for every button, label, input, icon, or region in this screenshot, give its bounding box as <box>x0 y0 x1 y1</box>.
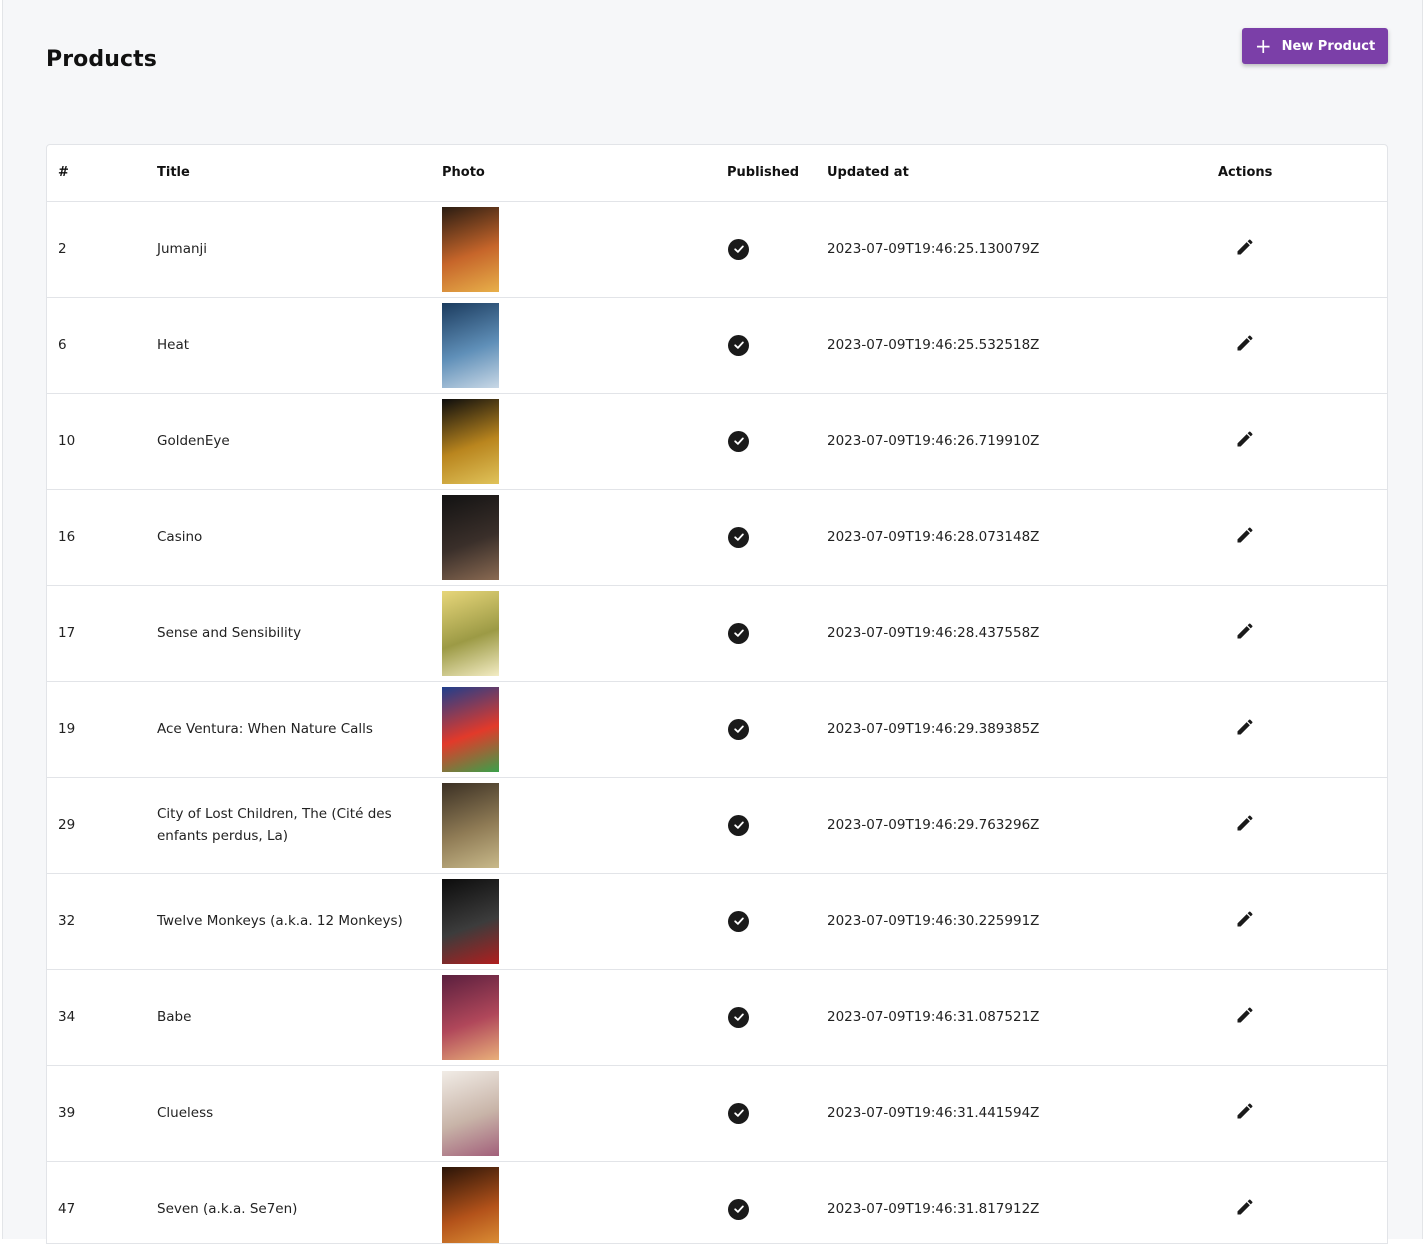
product-id: 39 <box>47 1065 157 1161</box>
product-title: Seven (a.k.a. Se7en) <box>157 1161 442 1244</box>
table-row: 6Heat 2023-07-09T19:46:25.532518Z <box>47 297 1387 393</box>
product-title: City of Lost Children, The (Cité des enf… <box>157 777 442 873</box>
product-title: Jumanji <box>157 201 442 297</box>
column-header-published: Published <box>727 145 827 201</box>
pencil-icon[interactable] <box>1235 237 1255 257</box>
product-title: Clueless <box>157 1065 442 1161</box>
product-id: 17 <box>47 585 157 681</box>
product-id: 6 <box>47 297 157 393</box>
product-updated-at: 2023-07-09T19:46:30.225991Z <box>827 873 1217 969</box>
product-photo[interactable] <box>442 783 499 868</box>
check-circle-icon <box>728 911 749 932</box>
product-title: Babe <box>157 969 442 1065</box>
table-header-row: # Title Photo Published Updated at Actio… <box>47 145 1387 201</box>
product-photo[interactable] <box>442 879 499 964</box>
product-title: Sense and Sensibility <box>157 585 442 681</box>
product-updated-at: 2023-07-09T19:46:26.719910Z <box>827 393 1217 489</box>
product-title: Twelve Monkeys (a.k.a. 12 Monkeys) <box>157 873 442 969</box>
product-photo[interactable] <box>442 687 499 772</box>
products-table-card: # Title Photo Published Updated at Actio… <box>46 144 1388 1244</box>
check-circle-icon <box>728 815 749 836</box>
table-row: 19Ace Ventura: When Nature Calls 2023-07-… <box>47 681 1387 777</box>
product-updated-at: 2023-07-09T19:46:29.389385Z <box>827 681 1217 777</box>
product-updated-at: 2023-07-09T19:46:31.441594Z <box>827 1065 1217 1161</box>
product-title: Heat <box>157 297 442 393</box>
new-product-button-label: New Product <box>1282 39 1376 54</box>
product-photo[interactable] <box>442 975 499 1060</box>
pencil-icon[interactable] <box>1235 1101 1255 1121</box>
product-id: 47 <box>47 1161 157 1244</box>
check-circle-icon <box>728 1199 749 1220</box>
product-title: Ace Ventura: When Nature Calls <box>157 681 442 777</box>
table-row: 32Twelve Monkeys (a.k.a. 12 Monkeys) 2023… <box>47 873 1387 969</box>
check-circle-icon <box>728 527 749 548</box>
table-row: 16Casino 2023-07-09T19:46:28.073148Z <box>47 489 1387 585</box>
product-photo[interactable] <box>442 207 499 292</box>
products-table: # Title Photo Published Updated at Actio… <box>47 145 1387 1244</box>
pencil-icon[interactable] <box>1235 1005 1255 1025</box>
pencil-icon[interactable] <box>1235 525 1255 545</box>
table-row: 47Seven (a.k.a. Se7en) 2023-07-09T19:46:3… <box>47 1161 1387 1244</box>
product-id: 29 <box>47 777 157 873</box>
product-photo[interactable] <box>442 1167 499 1244</box>
check-circle-icon <box>728 1007 749 1028</box>
check-circle-icon <box>728 719 749 740</box>
products-page: Products + New Product # Title Photo Pub… <box>2 0 1423 1239</box>
pencil-icon[interactable] <box>1235 813 1255 833</box>
product-photo[interactable] <box>442 1071 499 1156</box>
product-id: 19 <box>47 681 157 777</box>
product-id: 34 <box>47 969 157 1065</box>
pencil-icon[interactable] <box>1235 621 1255 641</box>
column-header-id: # <box>47 145 157 201</box>
table-row: 29City of Lost Children, The (Cité des e… <box>47 777 1387 873</box>
product-id: 10 <box>47 393 157 489</box>
product-photo[interactable] <box>442 399 499 484</box>
check-circle-icon <box>728 239 749 260</box>
table-row: 17Sense and Sensibility 2023-07-09T19:46:… <box>47 585 1387 681</box>
product-photo[interactable] <box>442 591 499 676</box>
column-header-title: Title <box>157 145 442 201</box>
column-header-updated-at: Updated at <box>827 145 1217 201</box>
product-updated-at: 2023-07-09T19:46:25.532518Z <box>827 297 1217 393</box>
table-row: 10GoldenEye 2023-07-09T19:46:26.719910Z <box>47 393 1387 489</box>
product-updated-at: 2023-07-09T19:46:29.763296Z <box>827 777 1217 873</box>
product-updated-at: 2023-07-09T19:46:31.087521Z <box>827 969 1217 1065</box>
check-circle-icon <box>728 335 749 356</box>
product-updated-at: 2023-07-09T19:46:25.130079Z <box>827 201 1217 297</box>
product-title: Casino <box>157 489 442 585</box>
table-row: 39Clueless 2023-07-09T19:46:31.441594Z <box>47 1065 1387 1161</box>
product-id: 2 <box>47 201 157 297</box>
pencil-icon[interactable] <box>1235 909 1255 929</box>
check-circle-icon <box>728 623 749 644</box>
product-updated-at: 2023-07-09T19:46:31.817912Z <box>827 1161 1217 1244</box>
pencil-icon[interactable] <box>1235 429 1255 449</box>
product-id: 16 <box>47 489 157 585</box>
new-product-button[interactable]: + New Product <box>1242 28 1388 64</box>
product-id: 32 <box>47 873 157 969</box>
product-photo[interactable] <box>442 303 499 388</box>
plus-icon: + <box>1255 36 1272 56</box>
product-photo[interactable] <box>442 495 499 580</box>
pencil-icon[interactable] <box>1235 333 1255 353</box>
pencil-icon[interactable] <box>1235 717 1255 737</box>
page-title: Products <box>46 47 157 72</box>
column-header-photo: Photo <box>442 145 727 201</box>
column-header-actions: Actions <box>1217 145 1387 201</box>
pencil-icon[interactable] <box>1235 1197 1255 1217</box>
product-title: GoldenEye <box>157 393 442 489</box>
check-circle-icon <box>728 431 749 452</box>
product-updated-at: 2023-07-09T19:46:28.437558Z <box>827 585 1217 681</box>
check-circle-icon <box>728 1103 749 1124</box>
table-row: 34Babe 2023-07-09T19:46:31.087521Z <box>47 969 1387 1065</box>
table-row: 2Jumanji 2023-07-09T19:46:25.130079Z <box>47 201 1387 297</box>
product-updated-at: 2023-07-09T19:46:28.073148Z <box>827 489 1217 585</box>
